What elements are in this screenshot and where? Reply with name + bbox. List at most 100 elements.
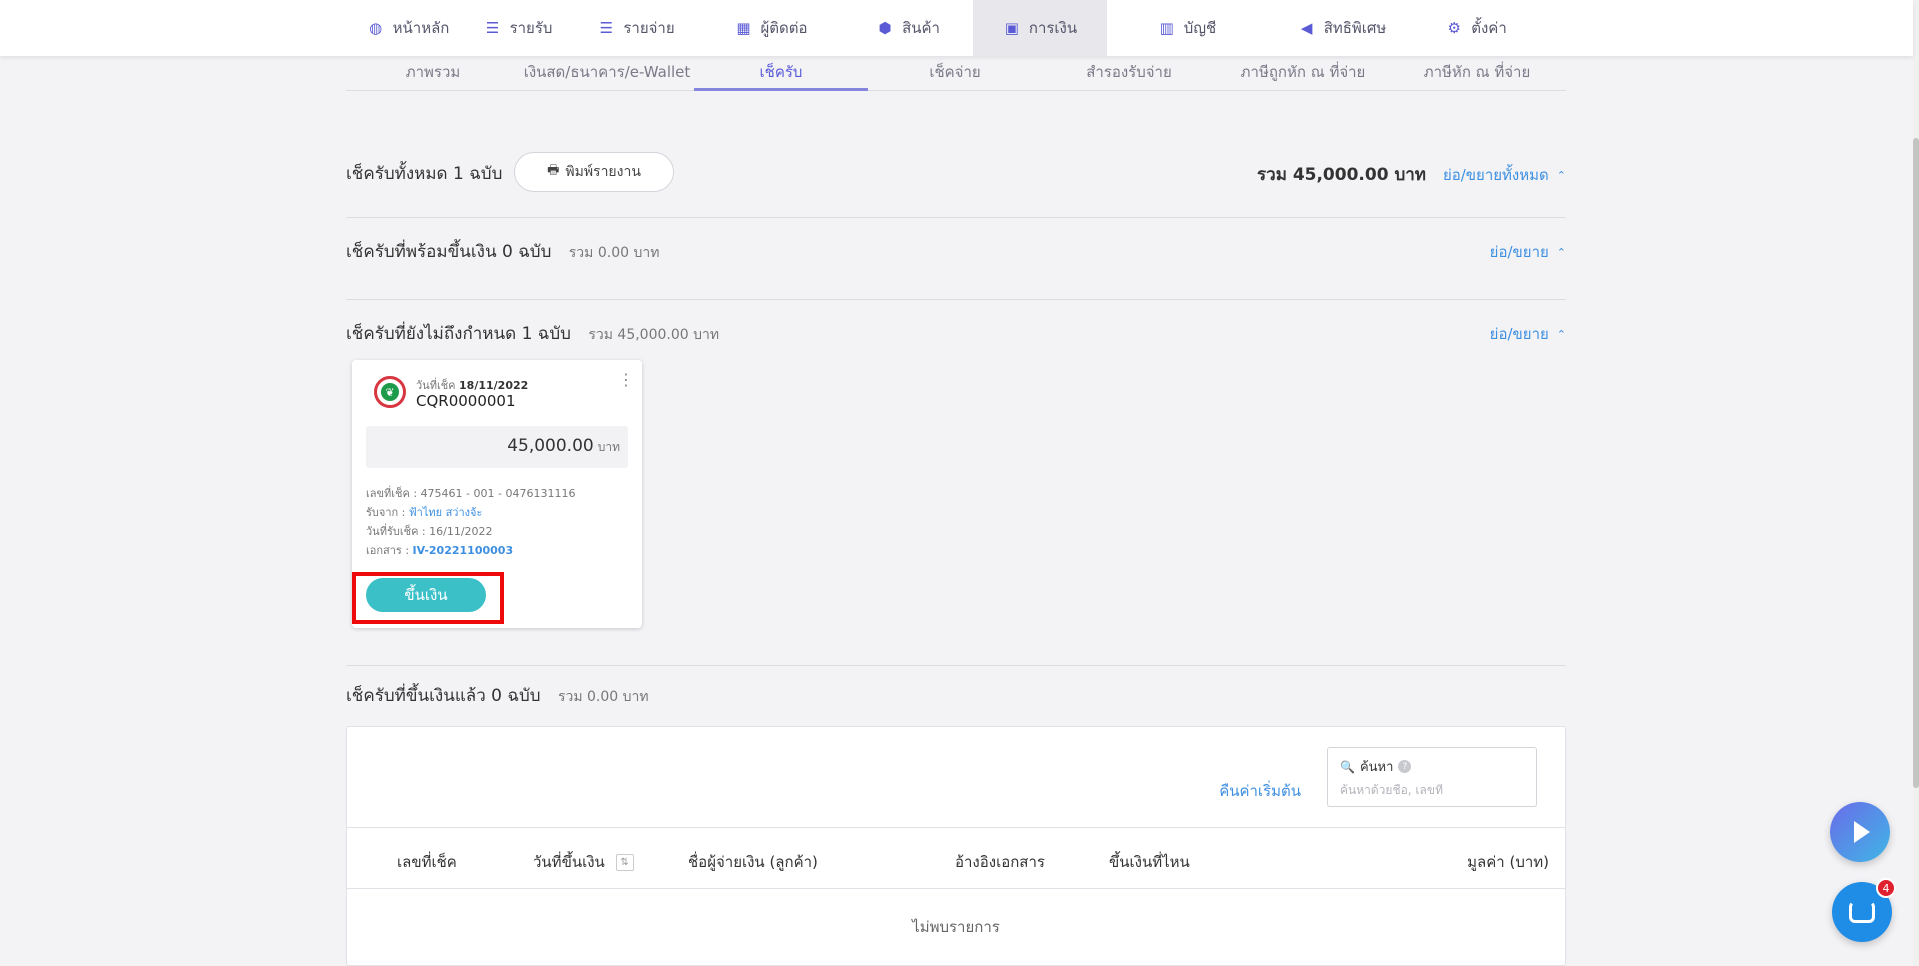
nav-item-accounting[interactable]: ▥ บัญชี bbox=[1107, 0, 1267, 56]
search-label: 🔍 ค้นหา ? bbox=[1340, 756, 1524, 777]
collapse-expand-label: ย่อ/ขยาย bbox=[1489, 325, 1549, 343]
section-divider bbox=[346, 299, 1566, 300]
nav-item-label: บัญชี bbox=[1183, 19, 1217, 37]
cheque-date-value: 18/11/2022 bbox=[459, 379, 529, 392]
column-header-deposit-location: ขึ้นเงินที่ไหน bbox=[1109, 853, 1190, 871]
table-empty-message: ไม่พบรายการ bbox=[912, 918, 1000, 936]
collapse-expand-all-label: ย่อ/ขยายทั้งหมด bbox=[1442, 166, 1549, 184]
deposited-cheques-table: คืนค่าเริ่มต้น 🔍 ค้นหา ? เลขที่เช็ค วันท… bbox=[346, 726, 1566, 966]
section-sum: รวม 0.00 บาท bbox=[557, 689, 649, 705]
collapse-expand-label: ย่อ/ขยาย bbox=[1489, 243, 1549, 261]
nav-item-home[interactable]: ◍ หน้าหลัก bbox=[353, 0, 463, 56]
detail-label: เอกสาร : bbox=[366, 544, 410, 557]
nav-item-income[interactable]: ☰ รายรับ bbox=[463, 0, 573, 56]
top-navigation: ◍ หน้าหลัก ☰ รายรับ ☰ รายจ่าย ▦ ผู้ติดต่… bbox=[0, 0, 1913, 56]
dashboard-icon: ◍ bbox=[369, 19, 383, 37]
column-header-label: วันที่ขึ้นเงิน bbox=[533, 853, 605, 871]
nav-item-privileges[interactable]: ◀ สิทธิพิเศษ bbox=[1267, 0, 1417, 56]
nav-item-label: ผู้ติดต่อ bbox=[760, 19, 808, 37]
collapse-expand-link[interactable]: ย่อ/ขยาย ⌃ bbox=[1490, 322, 1566, 346]
section-title: เช็ครับที่ขึ้นเงินแล้ว 0 ฉบับ รวม 0.00 บ… bbox=[346, 682, 649, 709]
detail-label: วันที่รับเช็ค : bbox=[366, 525, 426, 538]
section-sum: รวม 0.00 บาท bbox=[568, 245, 660, 261]
gear-icon: ⚙ bbox=[1447, 19, 1461, 37]
nav-item-finance[interactable]: ▣ การเงิน bbox=[973, 0, 1107, 56]
reset-filters-link[interactable]: คืนค่าเริ่มต้น bbox=[1219, 779, 1301, 803]
section-deposited: เช็ครับที่ขึ้นเงินแล้ว 0 ฉบับ รวม 0.00 บ… bbox=[346, 678, 1566, 708]
scrollbar-thumb[interactable] bbox=[1913, 138, 1919, 788]
tab-cash-bank-ewallet[interactable]: เงินสด/ธนาคาร/e-Wallet bbox=[520, 56, 694, 90]
search-label-text: ค้นหา bbox=[1359, 760, 1394, 775]
received-from-detail: รับจาก : ฟ้าไทย สว่างจ้ะ bbox=[366, 503, 482, 521]
cheque-number-detail: เลขที่เช็ค : 475461 - 001 - 0476131116 bbox=[366, 484, 575, 502]
tab-petty-cash[interactable]: สำรองรับจ่าย bbox=[1042, 56, 1216, 90]
chat-support-button[interactable]: 4 bbox=[1832, 878, 1896, 942]
nav-item-contacts[interactable]: ▦ ผู้ติดต่อ bbox=[699, 0, 843, 56]
received-date-value: 16/11/2022 bbox=[429, 525, 493, 538]
tab-cheque-received[interactable]: เช็ครับ bbox=[694, 56, 868, 91]
product-box-icon: ⬢ bbox=[878, 19, 892, 37]
received-date-detail: วันที่รับเช็ค : 16/11/2022 bbox=[366, 522, 493, 540]
received-from-link[interactable]: ฟ้าไทย สว่างจ้ะ bbox=[409, 506, 482, 519]
collapse-expand-link[interactable]: ย่อ/ขยาย ⌃ bbox=[1490, 240, 1566, 264]
nav-item-products[interactable]: ⬢ สินค้า bbox=[843, 0, 973, 56]
printer-icon: 🖶 bbox=[547, 163, 560, 178]
cheque-amount-unit: บาท bbox=[597, 440, 620, 454]
section-not-due: เช็ครับที่ยังไม่ถึงกำหนด 1 ฉบับ รวม 45,0… bbox=[346, 316, 1566, 346]
notification-badge: 4 bbox=[1876, 878, 1896, 898]
nav-item-label: ตั้งค่า bbox=[1471, 19, 1507, 37]
search-icon: 🔍 bbox=[1340, 759, 1355, 774]
sort-icon[interactable]: ⇅ bbox=[615, 854, 634, 871]
megaphone-icon: ◀ bbox=[1300, 19, 1313, 37]
tab-overview[interactable]: ภาพรวม bbox=[346, 56, 520, 90]
nav-item-expense[interactable]: ☰ รายจ่าย bbox=[573, 0, 699, 56]
help-icon[interactable]: ? bbox=[1398, 760, 1412, 773]
chevron-up-icon: ⌃ bbox=[1556, 168, 1566, 182]
document-link[interactable]: IV-20221100003 bbox=[413, 544, 514, 557]
section-title: เช็ครับที่พร้อมขึ้นเงิน 0 ฉบับ รวม 0.00 … bbox=[346, 238, 659, 265]
detail-label: รับจาก : bbox=[366, 506, 406, 519]
section-sum: รวม 45,000.00 บาท bbox=[588, 327, 720, 343]
tab-withholding-tax[interactable]: ภาษีหัก ณ ที่จ่าย bbox=[1390, 56, 1564, 90]
chevron-up-icon: ⌃ bbox=[1556, 327, 1566, 341]
nav-item-label: สินค้า bbox=[902, 19, 940, 37]
page-title: เช็ครับทั้งหมด 1 ฉบับ bbox=[346, 164, 503, 184]
cheque-card: ❦ วันที่เช็ค 18/11/2022 CQR0000001 ⋮ 45,… bbox=[352, 360, 642, 628]
income-icon: ☰ bbox=[485, 19, 500, 37]
section-divider bbox=[346, 217, 1566, 218]
section-title-text: เช็ครับที่พร้อมขึ้นเงิน 0 ฉบับ bbox=[346, 242, 552, 262]
nav-item-label: หน้าหลัก bbox=[392, 19, 450, 37]
cheque-document-number: CQR0000001 bbox=[416, 392, 516, 410]
cheque-date-label: วันที่เช็ค bbox=[416, 379, 456, 392]
finance-cash-icon: ▣ bbox=[1004, 19, 1019, 37]
collapse-expand-all-link[interactable]: ย่อ/ขยายทั้งหมด ⌃ bbox=[1443, 163, 1566, 187]
nav-item-label: สิทธิพิเศษ bbox=[1323, 19, 1387, 37]
section-title-text: เช็ครับที่ขึ้นเงินแล้ว 0 ฉบับ bbox=[346, 686, 541, 706]
tab-withholding-tax-deducted[interactable]: ภาษีถูกหัก ณ ที่จ่าย bbox=[1216, 56, 1390, 90]
column-header-payer-name: ชื่อผู้จ่ายเงิน (ลูกค้า) bbox=[688, 853, 818, 871]
column-header-cheque-number: เลขที่เช็ค bbox=[397, 853, 457, 871]
accounting-book-icon: ▥ bbox=[1159, 19, 1174, 37]
expense-icon: ☰ bbox=[599, 19, 614, 37]
cheque-number-value: 475461 - 001 - 0476131116 bbox=[420, 487, 576, 500]
cheque-amount: 45,000.00 bbox=[507, 436, 594, 456]
column-header-document-reference: อ้างอิงเอกสาร bbox=[955, 853, 1045, 871]
deposit-cheque-button[interactable]: ขึ้นเงิน bbox=[366, 578, 486, 612]
search-input[interactable] bbox=[1340, 783, 1524, 797]
chat-icon bbox=[1849, 901, 1875, 923]
contacts-icon: ▦ bbox=[736, 19, 751, 37]
play-icon bbox=[1854, 821, 1870, 843]
tab-cheque-paid[interactable]: เช็คจ่าย bbox=[868, 56, 1042, 90]
kasikorn-bank-logo-icon: ❦ bbox=[374, 376, 406, 408]
print-report-button[interactable]: 🖶 พิมพ์รายงาน bbox=[514, 152, 674, 192]
section-title-text: เช็ครับที่ยังไม่ถึงกำหนด 1 ฉบับ bbox=[346, 324, 571, 344]
video-tutorial-button[interactable] bbox=[1830, 802, 1890, 862]
finance-subtabs: ภาพรวม เงินสด/ธนาคาร/e-Wallet เช็ครับ เช… bbox=[346, 56, 1566, 91]
section-ready-to-deposit: เช็ครับที่พร้อมขึ้นเงิน 0 ฉบับ รวม 0.00 … bbox=[346, 234, 1566, 264]
more-options-icon[interactable]: ⋮ bbox=[618, 372, 634, 398]
summary-total: รวม 45,000.00 บาท bbox=[1257, 165, 1426, 185]
print-report-label: พิมพ์รายงาน bbox=[565, 164, 641, 180]
nav-item-settings[interactable]: ⚙ ตั้งค่า bbox=[1417, 0, 1535, 56]
cheque-summary-header: เช็ครับทั้งหมด 1 ฉบับ 🖶 พิมพ์รายงาน รวม … bbox=[346, 152, 1566, 192]
column-header-deposit-date[interactable]: วันที่ขึ้นเงิน ⇅ bbox=[533, 850, 634, 874]
